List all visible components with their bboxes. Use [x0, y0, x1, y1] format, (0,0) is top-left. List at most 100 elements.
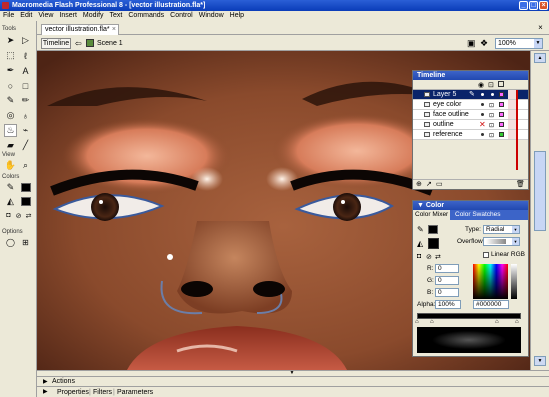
hidden-x-icon[interactable]: ✕ [479, 120, 486, 130]
subselect-icon[interactable]: ▷ [19, 34, 32, 47]
eye-icon[interactable]: ◉ [478, 81, 484, 89]
default-colors-icon[interactable]: ◘ [417, 253, 421, 260]
zoom-icon[interactable]: ⌕ [19, 159, 32, 172]
linear-rgb-checkbox[interactable] [483, 252, 489, 258]
scroll-up-icon[interactable]: ▲ [534, 53, 546, 63]
add-guide-icon[interactable]: ↗ [426, 180, 432, 188]
paint-bucket-icon[interactable]: ♨ [4, 124, 17, 137]
back-arrow-icon[interactable]: ⇦ [75, 38, 82, 49]
ink-bottle-icon[interactable]: ♁ [19, 109, 32, 122]
insert-layer-icon[interactable]: ⊕ [416, 180, 422, 188]
gradient-pointer-icon[interactable]: ⌂ [495, 319, 499, 325]
hex-input[interactable]: #000000 [473, 300, 509, 309]
close-document-icon[interactable]: × [536, 23, 545, 32]
lock-fill-icon[interactable]: ⊞ [19, 236, 32, 249]
layer-color-swatch[interactable] [499, 132, 504, 137]
arrow-icon[interactable]: ➤ [4, 34, 17, 47]
gradient-pointer-icon[interactable]: ⌂ [430, 319, 434, 325]
tab-parameters[interactable]: Parameters [117, 387, 153, 397]
menu-window[interactable]: Window [196, 11, 227, 21]
minimize-button[interactable]: _ [519, 1, 528, 10]
menu-modify[interactable]: Modify [80, 11, 107, 21]
menu-commands[interactable]: Commands [125, 11, 167, 21]
layer-color-swatch[interactable] [499, 122, 504, 127]
stroke-color-icon[interactable]: ✎ [4, 181, 17, 194]
menu-insert[interactable]: Insert [56, 11, 80, 21]
swap-colors-icon[interactable]: ⇄ [435, 253, 441, 261]
visibility-dot[interactable] [481, 93, 484, 96]
eyedropper-icon[interactable]: ⌁ [19, 124, 32, 137]
keyframe-cell[interactable] [508, 90, 516, 99]
layer-row[interactable]: eye color ⊡ [413, 100, 528, 110]
b-input[interactable]: 0 [435, 288, 459, 297]
rectangle-icon[interactable]: □ [19, 79, 32, 92]
menu-view[interactable]: View [35, 11, 56, 21]
gap-size-icon[interactable]: ◯ [4, 236, 17, 249]
scroll-down-icon[interactable]: ▼ [534, 356, 546, 366]
document-tab[interactable]: vector illustration.fla* × [41, 24, 119, 35]
timeline-toggle-button[interactable]: Timeline [41, 38, 71, 49]
scroll-thumb[interactable] [534, 151, 546, 231]
edit-scene-icon[interactable]: ▣ [467, 37, 476, 49]
layer-color-swatch[interactable] [499, 102, 504, 107]
pencil-icon[interactable]: ✎ [4, 94, 17, 107]
outline-icon[interactable] [498, 81, 504, 87]
layer-row[interactable]: outline ✕ ⊡ [413, 120, 528, 130]
color-panel-header[interactable]: ▼ Color [413, 201, 528, 210]
menu-help[interactable]: Help [227, 11, 247, 21]
layer-color-swatch[interactable] [499, 112, 504, 117]
stroke-color-swatch[interactable] [21, 183, 31, 192]
oval-icon[interactable]: ○ [4, 79, 17, 92]
fill-color-swatch[interactable] [21, 197, 31, 206]
brush-icon[interactable]: ✏ [19, 94, 32, 107]
zoom-select[interactable]: 100% ▼ [495, 38, 543, 49]
eraser-icon[interactable]: ▰ [4, 139, 17, 152]
keyframe-cell[interactable] [508, 100, 516, 109]
lasso-icon[interactable]: ℓ [19, 49, 32, 62]
r-input[interactable]: 0 [435, 264, 459, 273]
edit-symbols-icon[interactable]: ❖ [480, 37, 488, 49]
timeline-panel-header[interactable]: Timeline [413, 71, 528, 80]
no-color-icon[interactable]: ⊘ [426, 253, 432, 261]
pen-icon[interactable]: ✒ [4, 64, 17, 77]
stroke-color-swatch[interactable] [428, 225, 438, 234]
layer-row[interactable]: Layer 5 ✎ [413, 90, 528, 100]
menu-control[interactable]: Control [167, 11, 196, 21]
menu-text[interactable]: Text [107, 11, 126, 21]
close-button[interactable]: × [539, 1, 548, 10]
tab-properties[interactable]: Properties [57, 387, 89, 397]
fill-color-icon[interactable]: ◭ [4, 195, 17, 208]
lock-dot[interactable] [491, 93, 494, 96]
tab-filters[interactable]: Filters [93, 387, 112, 397]
overflow-select[interactable]: ▼ [483, 237, 520, 246]
visibility-dot[interactable] [481, 133, 484, 136]
g-input[interactable]: 0 [435, 276, 459, 285]
type-select[interactable]: Radial ▼ [483, 225, 520, 234]
actions-panel-header[interactable]: ▶ Actions [37, 376, 549, 386]
line-icon[interactable]: ╱ [19, 139, 32, 152]
visibility-dot[interactable] [481, 103, 484, 106]
lock-icon[interactable]: ⊡ [489, 131, 494, 141]
visibility-dot[interactable] [481, 113, 484, 116]
playhead[interactable] [516, 90, 518, 170]
gradient-pointer-icon[interactable]: ⌂ [515, 319, 519, 325]
lock-icon[interactable]: ⊡ [488, 81, 494, 89]
layer-row[interactable]: face outline ⊡ [413, 110, 528, 120]
fill-color-swatch[interactable] [428, 238, 439, 249]
maximize-button[interactable]: □ [529, 1, 538, 10]
vertical-scrollbar[interactable]: ▲ ▼ [530, 51, 549, 370]
fill-transform-icon[interactable]: ◎ [4, 109, 17, 122]
insert-folder-icon[interactable]: ▭ [436, 180, 443, 188]
brightness-slider[interactable] [511, 264, 517, 299]
hand-icon[interactable]: ✋ [4, 159, 17, 172]
swap-colors-icon[interactable]: ⇄ [22, 209, 35, 222]
tab-color-swatches[interactable]: Color Swatches [455, 210, 501, 220]
menu-file[interactable]: File [0, 11, 17, 21]
color-spectrum[interactable] [473, 264, 508, 299]
gradient-pointer-icon[interactable]: ⌂ [415, 319, 419, 325]
close-tab-icon[interactable]: × [112, 25, 116, 35]
keyframe-cell[interactable] [508, 130, 516, 139]
layer-row[interactable]: reference ⊡ [413, 130, 528, 140]
delete-layer-icon[interactable]: 🗑 [516, 180, 525, 188]
layer-color-swatch[interactable] [499, 92, 504, 97]
